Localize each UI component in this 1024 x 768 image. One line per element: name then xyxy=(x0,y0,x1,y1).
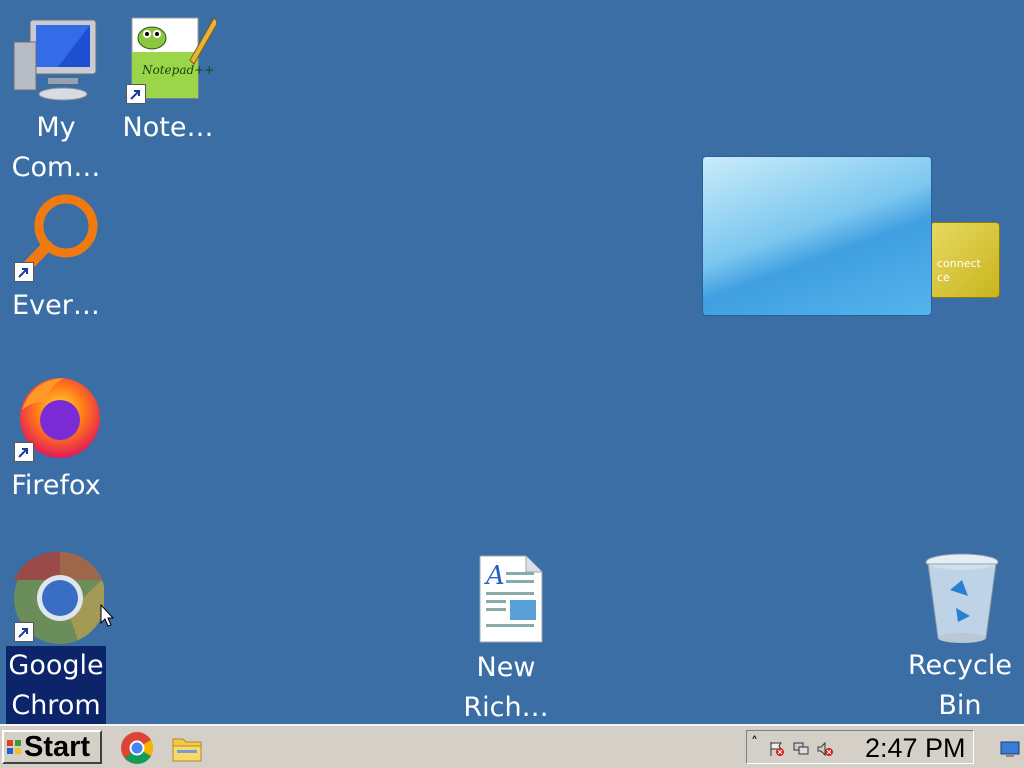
show-desktop-icon[interactable] xyxy=(998,734,1022,760)
desktop-icon-firefox[interactable]: Firefox xyxy=(4,370,108,506)
explorer-icon[interactable] xyxy=(170,731,204,765)
chrome-icon[interactable] xyxy=(120,731,154,765)
everything-magnifier-icon xyxy=(8,190,104,286)
recycle-bin-icon xyxy=(910,550,1006,646)
desktop-icon-my-computer[interactable]: My Com… xyxy=(4,12,108,188)
desktop-icon-label: Recycle Bin xyxy=(908,650,1012,721)
volume-icon[interactable] xyxy=(817,741,833,757)
desktop-icon-label: My Com… xyxy=(11,112,101,183)
desktop-icon-wordpad-document[interactable]: A New Rich… xyxy=(454,552,558,728)
shortcut-arrow-icon xyxy=(126,84,146,104)
desktop-icon-label: Firefox xyxy=(11,470,101,501)
notepadpp-icon: Notepad++ xyxy=(120,12,219,108)
rich-text-document-icon: A xyxy=(458,552,554,648)
letter-a-glyph: A xyxy=(484,561,505,591)
desktop[interactable]: My Com… Notepad++ Note… Ever… Firefox Go… xyxy=(0,0,1024,726)
desktop-icon-label: Google Chrom xyxy=(6,646,106,726)
notification-area: ˄ 2:47 PM xyxy=(746,730,974,764)
desktop-icon-label: New Rich… xyxy=(463,652,549,723)
shortcut-arrow-icon xyxy=(14,442,34,462)
mouse-cursor-icon xyxy=(100,604,114,627)
action-center-flag-icon[interactable] xyxy=(769,741,785,757)
clock[interactable]: 2:47 PM xyxy=(865,731,966,765)
network-icon[interactable] xyxy=(793,741,809,757)
desktop-icon-chrome[interactable]: Google Chrom xyxy=(4,550,108,726)
desktop-icon-notepadpp[interactable]: Notepad++ Note… xyxy=(116,12,220,148)
shortcut-arrow-icon xyxy=(14,262,34,282)
gadget-card-text: connect xyxy=(937,257,981,270)
start-button[interactable]: Start xyxy=(2,730,102,764)
my-computer-icon xyxy=(8,12,104,108)
firefox-icon xyxy=(8,370,104,466)
notepadpp-icon-text: Notepad++ xyxy=(141,63,214,77)
taskbar: Start ˄ 2:47 PM xyxy=(0,724,1024,768)
show-hidden-icons-button[interactable]: ˄ xyxy=(751,735,758,751)
desktop-icon-recycle-bin[interactable]: Recycle Bin xyxy=(906,550,1012,726)
shortcut-arrow-icon xyxy=(14,622,34,642)
gadget-card-text-2: ce xyxy=(937,271,950,284)
desktop-icon-everything[interactable]: Ever… xyxy=(4,190,108,326)
gadget-slideshow-widget[interactable] xyxy=(702,156,932,316)
gadget-card-widget[interactable]: connect ce xyxy=(930,222,1000,298)
start-label: Start xyxy=(24,730,91,763)
desktop-icon-label: Ever… xyxy=(12,290,100,321)
desktop-icon-label: Note… xyxy=(122,112,214,143)
windows-flag-icon xyxy=(7,740,21,754)
chrome-icon xyxy=(8,550,106,646)
